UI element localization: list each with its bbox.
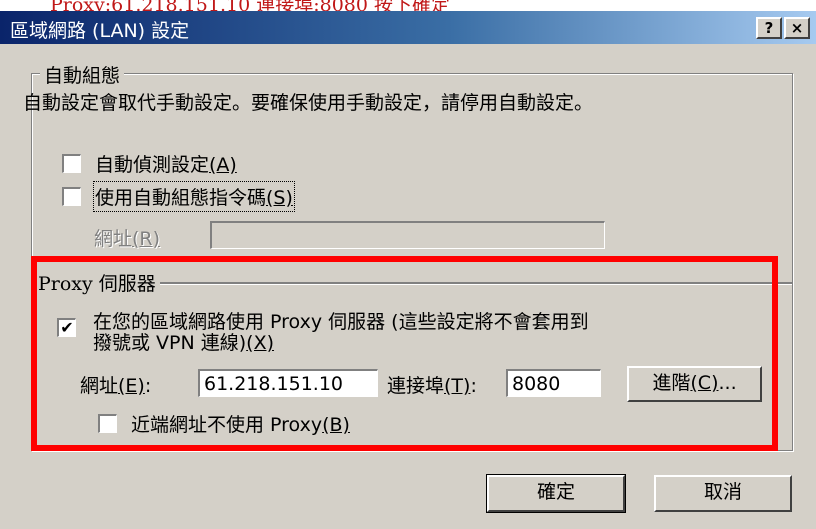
auto-detect-checkbox[interactable]: [62, 154, 81, 173]
use-proxy-checkbox[interactable]: ✔: [57, 318, 76, 337]
use-script-label[interactable]: 使用自動組態指令碼(S): [93, 181, 295, 212]
close-icon: ×: [790, 19, 804, 37]
use-script-checkbox[interactable]: [62, 187, 81, 206]
auto-config-group: 自動組態 自動設定會取代手動設定。要確保使用手動設定，請停用自動設定。 自動偵測…: [23, 61, 793, 283]
proxy-address-colon: :: [144, 375, 152, 397]
auto-config-legend: 自動組態: [40, 61, 125, 88]
use-proxy-accel: (X): [246, 332, 275, 354]
instruction-caption: Proxy:61.218.151.10 連接埠:8080 按下確定: [50, 0, 450, 16]
bypass-local-checkbox[interactable]: [98, 414, 117, 433]
use-proxy-line2-text: 撥號或 VPN 連線): [93, 332, 247, 354]
auto-detect-accel: (A): [209, 154, 237, 176]
dialog-title: 區域網路 (LAN) 設定: [10, 20, 190, 42]
bypass-local-accel: (B): [322, 414, 350, 436]
title-bar[interactable]: 區域網路 (LAN) 設定 ? ×: [0, 11, 816, 44]
script-address-label: 網址(R): [94, 224, 160, 251]
proxy-address-text: 網址: [80, 375, 119, 397]
script-address-text: 網址: [94, 228, 133, 250]
auto-detect-text: 自動偵測設定: [95, 154, 210, 176]
script-address-input[interactable]: [210, 221, 605, 249]
proxy-group: Proxy 伺服器 ✔ 在您的區域網路使用 Proxy 伺服器 (這些設定將不會…: [30, 269, 793, 451]
proxy-port-text: 連接埠: [387, 375, 445, 397]
auto-detect-label[interactable]: 自動偵測設定(A): [95, 150, 237, 177]
use-script-accel: (S): [266, 187, 293, 209]
proxy-address-accel: (E): [118, 375, 145, 397]
use-proxy-line2[interactable]: 撥號或 VPN 連線)(X): [93, 328, 274, 355]
proxy-port-input[interactable]: 8080: [506, 369, 601, 397]
help-button[interactable]: ?: [756, 17, 782, 39]
proxy-address-input[interactable]: 61.218.151.10: [198, 369, 378, 397]
proxy-legend: Proxy 伺服器: [30, 269, 160, 296]
auto-config-description: 自動設定會取代手動設定。要確保使用手動設定，請停用自動設定。: [23, 92, 594, 114]
proxy-port-colon: :: [470, 375, 477, 397]
advanced-text: 進階: [652, 372, 691, 394]
advanced-ellipsis: ...: [718, 372, 737, 394]
advanced-button[interactable]: 進階(C)...: [627, 366, 762, 402]
script-address-accel: (R): [132, 228, 161, 250]
advanced-accel: (C): [690, 372, 719, 394]
proxy-port-label: 連接埠(T):: [387, 371, 477, 398]
close-button[interactable]: ×: [784, 17, 810, 39]
proxy-address-label: 網址(E):: [80, 371, 151, 398]
proxy-port-accel: (T): [444, 375, 471, 397]
use-script-text: 使用自動組態指令碼: [95, 187, 267, 209]
ok-button[interactable]: 確定: [486, 474, 626, 513]
bypass-local-label[interactable]: 近端網址不使用 Proxy(B): [131, 410, 350, 437]
checkmark-icon: ✔: [60, 318, 74, 337]
help-icon: ?: [764, 19, 774, 37]
lan-settings-dialog: 區域網路 (LAN) 設定 ? × 自動組態 自動設定會取代手動設定。要確保使用…: [0, 11, 816, 529]
bypass-local-text: 近端網址不使用 Proxy: [131, 414, 323, 436]
cancel-button[interactable]: 取消: [654, 475, 792, 512]
